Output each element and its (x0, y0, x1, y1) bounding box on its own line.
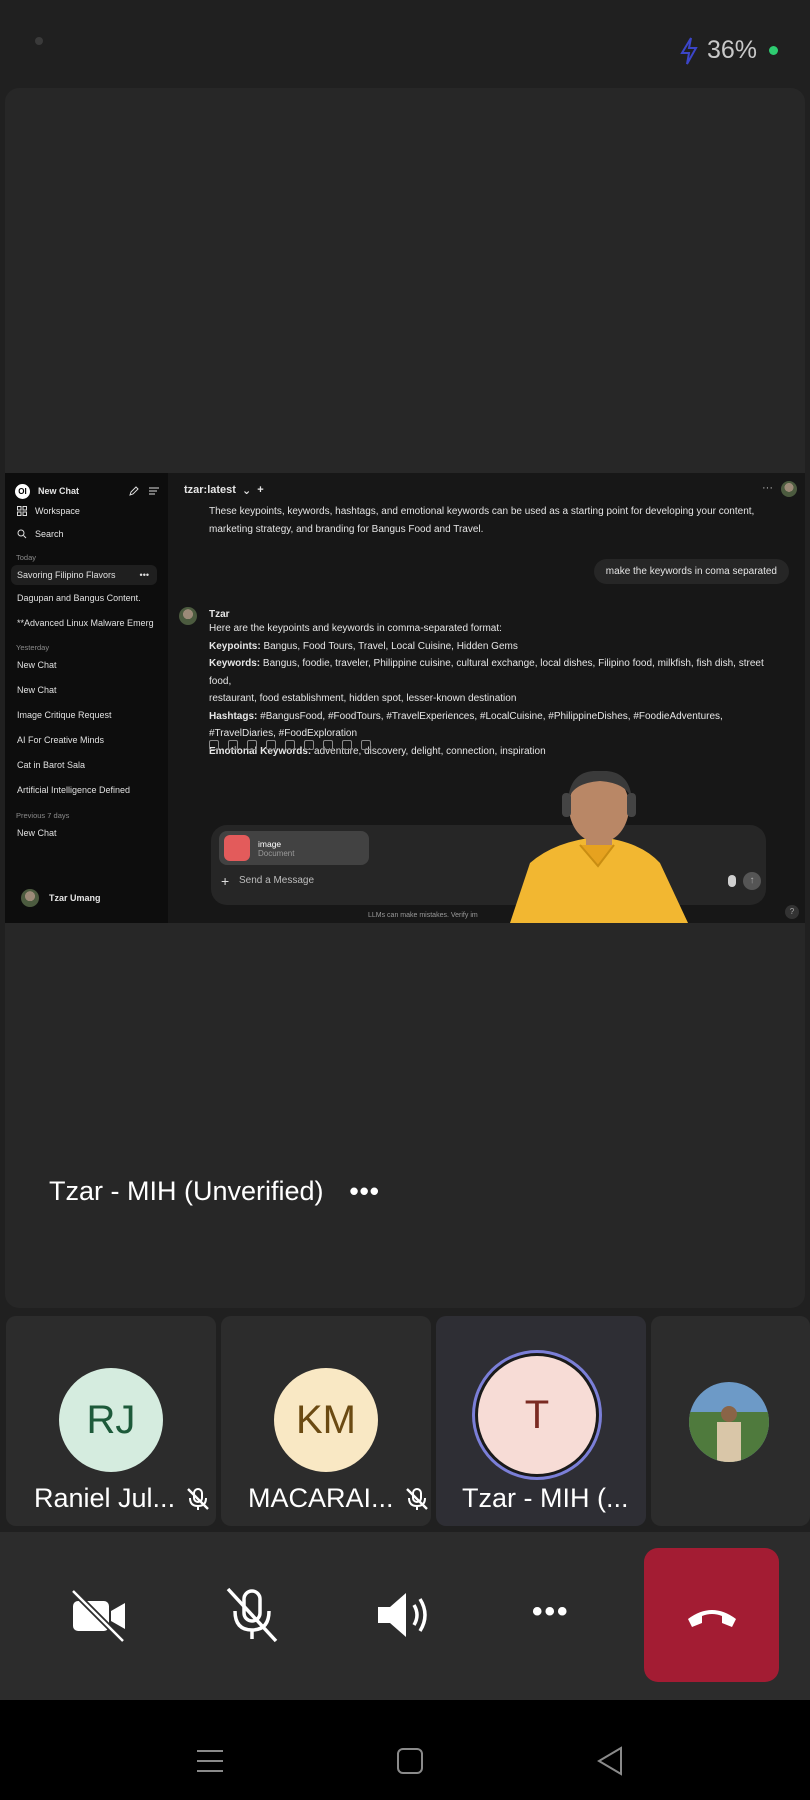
thumbs-down-icon (323, 740, 333, 750)
status-bar: 36% (0, 0, 810, 90)
disclaimer: LLMs can make mistakes. Verify im (368, 912, 478, 919)
assistant-text: These keypoints, keywords, hashtags, and… (209, 506, 755, 535)
shared-screen[interactable]: OI New Chat Workspace Search Today Savor… (5, 473, 805, 923)
presenter-label: Tzar - MIH (Unverified) ••• (49, 1176, 380, 1207)
search-label: Search (35, 529, 64, 539)
system-nav-bar (0, 1700, 810, 1800)
menu-icon[interactable] (196, 1747, 224, 1775)
model-selector: tzar:latest ⌄ + (184, 484, 264, 497)
grid-icon (17, 506, 27, 516)
assistant-response: Here are the keypoints and keywords in c… (209, 623, 764, 757)
privacy-dot (769, 46, 778, 55)
thumbs-up-icon (304, 740, 314, 750)
video-off-icon[interactable] (69, 1585, 129, 1645)
home-icon[interactable] (396, 1747, 424, 1775)
search-icon (17, 529, 27, 539)
sidebar-header: OI New Chat (15, 483, 160, 499)
copy-icon (228, 740, 238, 750)
sidebar-workspace: Workspace (17, 506, 80, 516)
participant-photo (689, 1382, 769, 1462)
message-actions (209, 740, 371, 750)
participant-name: Tzar - MIH (... (462, 1483, 629, 1513)
hang-up-icon (687, 1610, 736, 1627)
speak-icon (247, 740, 257, 750)
section-yesterday: Yesterday (16, 643, 50, 652)
section-today: Today (16, 553, 37, 562)
user-name: Tzar Umang (49, 893, 101, 903)
message-input: Send a Message (239, 875, 315, 886)
play-icon (342, 740, 352, 750)
participant-tile[interactable]: RJ Raniel Jul... (6, 1316, 216, 1526)
presenter-name: Tzar - MIH (Unverified) (49, 1176, 324, 1206)
mic-icon (728, 875, 736, 887)
app-logo: OI (15, 483, 30, 499)
shared-chat-pane: tzar:latest ⌄ + ··· These keypoints, key… (168, 473, 805, 923)
chevron-down-icon: ⌄ (241, 485, 252, 497)
help-icon: ? (785, 905, 799, 919)
sidebar-user: Tzar Umang (21, 889, 101, 907)
chat-item-active: Savoring Filipino Flavors ••• (11, 565, 157, 585)
participant-name-row: Raniel Jul... (34, 1483, 211, 1514)
presenter-more-button[interactable]: ••• (350, 1176, 380, 1207)
regenerate-icon (361, 740, 371, 750)
user-message: make the keywords in coma separated (593, 559, 789, 584)
participant-name: Raniel Jul... (34, 1483, 176, 1513)
participant-name: MACARAI... (248, 1483, 394, 1513)
user-avatar (21, 889, 39, 907)
shared-sidebar: OI New Chat Workspace Search Today Savor… (5, 473, 168, 923)
model-name: tzar:latest (184, 484, 236, 496)
chat-item: **Advanced Linux Malware Emerg (17, 618, 154, 628)
add-icon: + (221, 873, 230, 889)
more-options-button[interactable]: ••• (532, 1595, 570, 1629)
workspace-label: Workspace (35, 506, 80, 516)
participant-tile-speaking[interactable]: T Tzar - MIH (... (436, 1316, 646, 1526)
battery-status: 36% (679, 36, 778, 65)
speaker-icon[interactable] (374, 1585, 434, 1645)
mic-off-icon (187, 1487, 209, 1510)
new-chat-label: New Chat (38, 486, 80, 496)
participant-tile[interactable]: KM MACARAI... (221, 1316, 431, 1526)
edit-icon (209, 740, 219, 750)
attachment-type: Document (258, 848, 295, 858)
participant-tile[interactable] (651, 1316, 810, 1526)
document-icon (224, 835, 250, 861)
section-previous-7-days: Previous 7 days (16, 811, 70, 820)
image-icon (266, 740, 276, 750)
participant-name-row: Tzar - MIH (... (462, 1483, 628, 1514)
bot-name: Tzar (209, 609, 230, 620)
attachment-name: image (258, 838, 282, 849)
avatar: T (478, 1356, 596, 1474)
avatar: RJ (59, 1368, 163, 1472)
bot-avatar (179, 607, 197, 625)
plus-icon: + (257, 484, 264, 496)
hang-up-button[interactable] (644, 1548, 779, 1682)
presenter-video (510, 771, 688, 923)
sidebar-search: Search (17, 529, 64, 539)
avatar: KM (274, 1368, 378, 1472)
info-icon (285, 740, 295, 750)
attachment-chip: image Document (219, 831, 369, 865)
send-icon: ↑ (743, 872, 761, 890)
chat-item: AI For Creative Minds (17, 735, 105, 745)
main-stage: OI New Chat Workspace Search Today Savor… (5, 88, 805, 1308)
item-more-icon: ••• (139, 570, 149, 580)
chat-item: New Chat (17, 828, 57, 838)
charging-bolt-icon (680, 36, 698, 64)
mic-off-icon (405, 1487, 428, 1510)
profile-avatar (781, 481, 797, 497)
chat-item: New Chat (17, 685, 57, 695)
chat-item: Cat in Barot Sala (17, 760, 86, 770)
edit-icon (129, 486, 139, 496)
menu-icon (149, 487, 159, 495)
chat-more-icon: ··· (762, 482, 773, 494)
battery-percent: 36% (706, 36, 757, 64)
camera-indicator (35, 37, 43, 45)
back-icon[interactable] (596, 1746, 624, 1776)
participant-name-row: MACARAI... (248, 1483, 430, 1514)
chat-item: Image Critique Request (17, 710, 112, 720)
chat-item: Dagupan and Bangus Content. (17, 593, 141, 603)
chat-item: New Chat (17, 660, 57, 670)
chat-item: Artificial Intelligence Defined (17, 785, 131, 795)
mic-off-icon[interactable] (222, 1585, 282, 1645)
